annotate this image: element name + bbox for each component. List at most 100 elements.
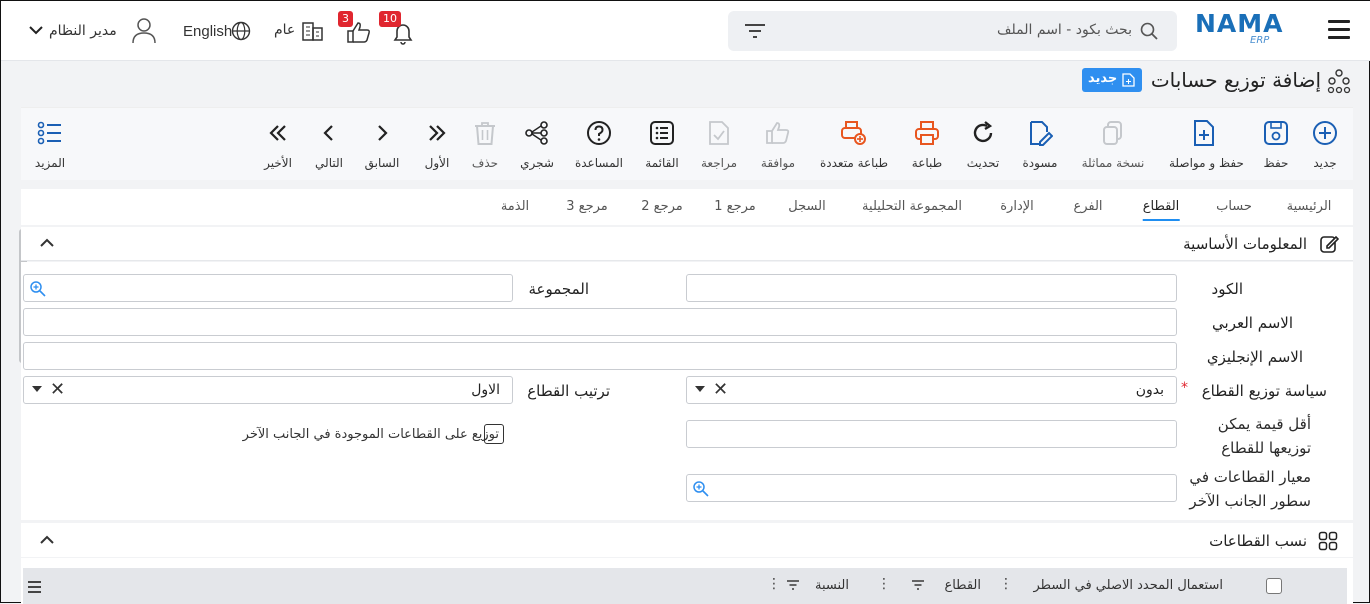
column-filter-icon[interactable] [786, 580, 800, 590]
top-bar: NAMA ERP بحث بكود - اسم الملف 10 3 عام E… [1, 1, 1370, 61]
english-name-label: الاسم الإنجليزي [1206, 348, 1303, 366]
chevron-up-icon[interactable] [40, 238, 54, 248]
likes-button[interactable]: 3 [338, 11, 376, 45]
policy-label: سياسة توزيع القطاع [1201, 382, 1327, 400]
tab-receivables[interactable]: الذمة [501, 199, 529, 214]
chevron-down-icon [29, 26, 43, 35]
more-list-icon [37, 121, 61, 145]
duplicate-label: نسخة مماثلة [1081, 156, 1145, 170]
save-continue-button[interactable]: حفظ و مواصلة [1169, 120, 1244, 170]
refresh-icon [973, 121, 993, 143]
column-header-use-original[interactable]: استعمال المحدد الاصلي في السطر [1033, 578, 1223, 593]
more-label: المزيد [34, 156, 66, 170]
menu-icon[interactable] [1328, 20, 1350, 40]
search-input[interactable]: بحث بكود - اسم الملف [997, 22, 1132, 38]
last-button[interactable]: الأخير [243, 120, 313, 170]
criteria-field[interactable] [686, 474, 1177, 502]
file-plus-icon [1194, 120, 1214, 146]
basic-info-header[interactable]: المعلومات الأساسية [21, 227, 1353, 261]
ratios-grid-header: استعمال المحدد الاصلي في السطر ⋮ القطاع … [23, 568, 1347, 604]
action-toolbar: جديد حفظ حفظ و مواصلة نسخة مماثلة مسودة … [21, 107, 1353, 180]
duplicate-button[interactable]: نسخة مماثلة [1078, 120, 1148, 170]
code-field[interactable] [686, 274, 1177, 302]
search-icon [1140, 22, 1158, 40]
tab-bar: الرئيسية حساب القطاع الفرع الإدارة المجم… [21, 189, 1353, 225]
dropdown-caret-icon[interactable] [695, 386, 705, 392]
avatar-icon [132, 18, 156, 44]
tab-main[interactable]: الرئيسية [1287, 199, 1332, 214]
tab-sector[interactable]: القطاع [1142, 199, 1179, 221]
min-value-field[interactable] [686, 420, 1177, 448]
english-name-field[interactable] [23, 342, 1177, 370]
save-icon [1264, 121, 1288, 145]
grid-menu-icon[interactable] [28, 581, 41, 593]
clear-icon[interactable]: ✕ [50, 379, 65, 400]
tab-ref3[interactable]: مرجع 3 [566, 199, 608, 214]
dropdown-caret-icon[interactable] [32, 386, 42, 392]
tab-analytic-group[interactable]: المجموعة التحليلية [862, 199, 962, 214]
search-box[interactable]: بحث بكود - اسم الملف [728, 11, 1177, 51]
column-filter-icon[interactable] [911, 580, 925, 590]
globe-icon [231, 21, 251, 41]
policy-select[interactable]: بدون ✕ [686, 376, 1177, 404]
tab-branch[interactable]: الفرع [1073, 199, 1102, 214]
notifications-badge: 10 [379, 11, 401, 27]
order-label: ترتيب القطاع [527, 382, 610, 400]
save-label: حفظ [1263, 156, 1289, 170]
page-header: إضافة توزيع حسابات جديد [1, 62, 1370, 100]
group-field[interactable] [23, 274, 513, 302]
select-all-checkbox[interactable] [1266, 578, 1282, 594]
clear-icon[interactable]: ✕ [713, 379, 728, 400]
column-menu-icon[interactable]: ⋮ [767, 576, 781, 592]
order-select[interactable]: الاول ✕ [23, 376, 513, 404]
page-title: إضافة توزيع حسابات [1150, 68, 1321, 92]
double-chevron-left-icon [269, 125, 286, 141]
tab-ref1[interactable]: مرجع 1 [714, 199, 756, 214]
more-button[interactable]: المزيد [15, 120, 85, 170]
min-value-label-line1: أقل قيمة يمكن [1217, 415, 1311, 433]
search-plus-icon[interactable] [29, 280, 47, 298]
criteria-label: معيار القطاعات في سطور الجانب الآخر [1189, 465, 1311, 513]
chevron-up-icon[interactable] [40, 535, 54, 545]
logo-main: NAMA [1195, 9, 1284, 38]
multi-print-button[interactable]: طباعة متعددة [819, 120, 889, 170]
tab-department[interactable]: الإدارة [1000, 199, 1034, 214]
min-value-label: أقل قيمة يمكن توزيعها للقطاع [1218, 412, 1311, 460]
tab-log[interactable]: السجل [788, 199, 825, 214]
edit-icon [1320, 235, 1339, 253]
ratios-title: نسب القطاعات [1209, 532, 1307, 550]
multi-printer-icon [841, 121, 866, 145]
buildings-icon [302, 22, 323, 41]
list-button[interactable]: القائمة [627, 120, 697, 170]
thumbs-up-icon [766, 122, 790, 144]
tab-account[interactable]: حساب [1216, 199, 1252, 214]
tab-ref2[interactable]: مرجع 2 [641, 199, 683, 214]
help-button[interactable]: المساعدة [564, 120, 634, 170]
arabic-name-field[interactable] [23, 308, 1177, 336]
double-chevron-right-icon [429, 125, 446, 141]
language-selector[interactable]: English [181, 17, 255, 45]
new-doc-icon [1122, 73, 1135, 87]
column-header-sector[interactable]: القطاع [944, 578, 981, 593]
check-doc-icon [709, 121, 729, 145]
language-label: English [183, 23, 233, 40]
company-selector[interactable]: عام [271, 17, 327, 45]
save-button[interactable]: حفظ [1241, 120, 1311, 170]
user-menu[interactable]: مدير النظام [27, 13, 161, 49]
basic-info-body: الكود المجموعة الاسم العربي الاسم الإنجل… [21, 262, 1353, 520]
search-plus-icon[interactable] [692, 480, 710, 498]
column-header-ratio[interactable]: النسبة [815, 578, 849, 593]
logo-sub: ERP [1250, 35, 1270, 46]
criteria-label-line2: سطور الجانب الآخر [1189, 492, 1311, 510]
column-menu-icon[interactable]: ⋮ [877, 576, 891, 592]
arabic-name-label: الاسم العربي [1212, 314, 1293, 332]
trash-icon [475, 122, 495, 145]
print-button[interactable]: طباعة [892, 120, 962, 170]
group-label: المجموعة [528, 280, 589, 298]
notifications-button[interactable]: 10 [379, 11, 419, 45]
ratios-header[interactable]: نسب القطاعات [21, 523, 1353, 557]
filter-icon[interactable] [744, 23, 766, 39]
likes-badge: 3 [338, 11, 353, 27]
column-menu-icon[interactable]: ⋮ [999, 576, 1013, 592]
policy-value: بدون [1135, 382, 1164, 398]
